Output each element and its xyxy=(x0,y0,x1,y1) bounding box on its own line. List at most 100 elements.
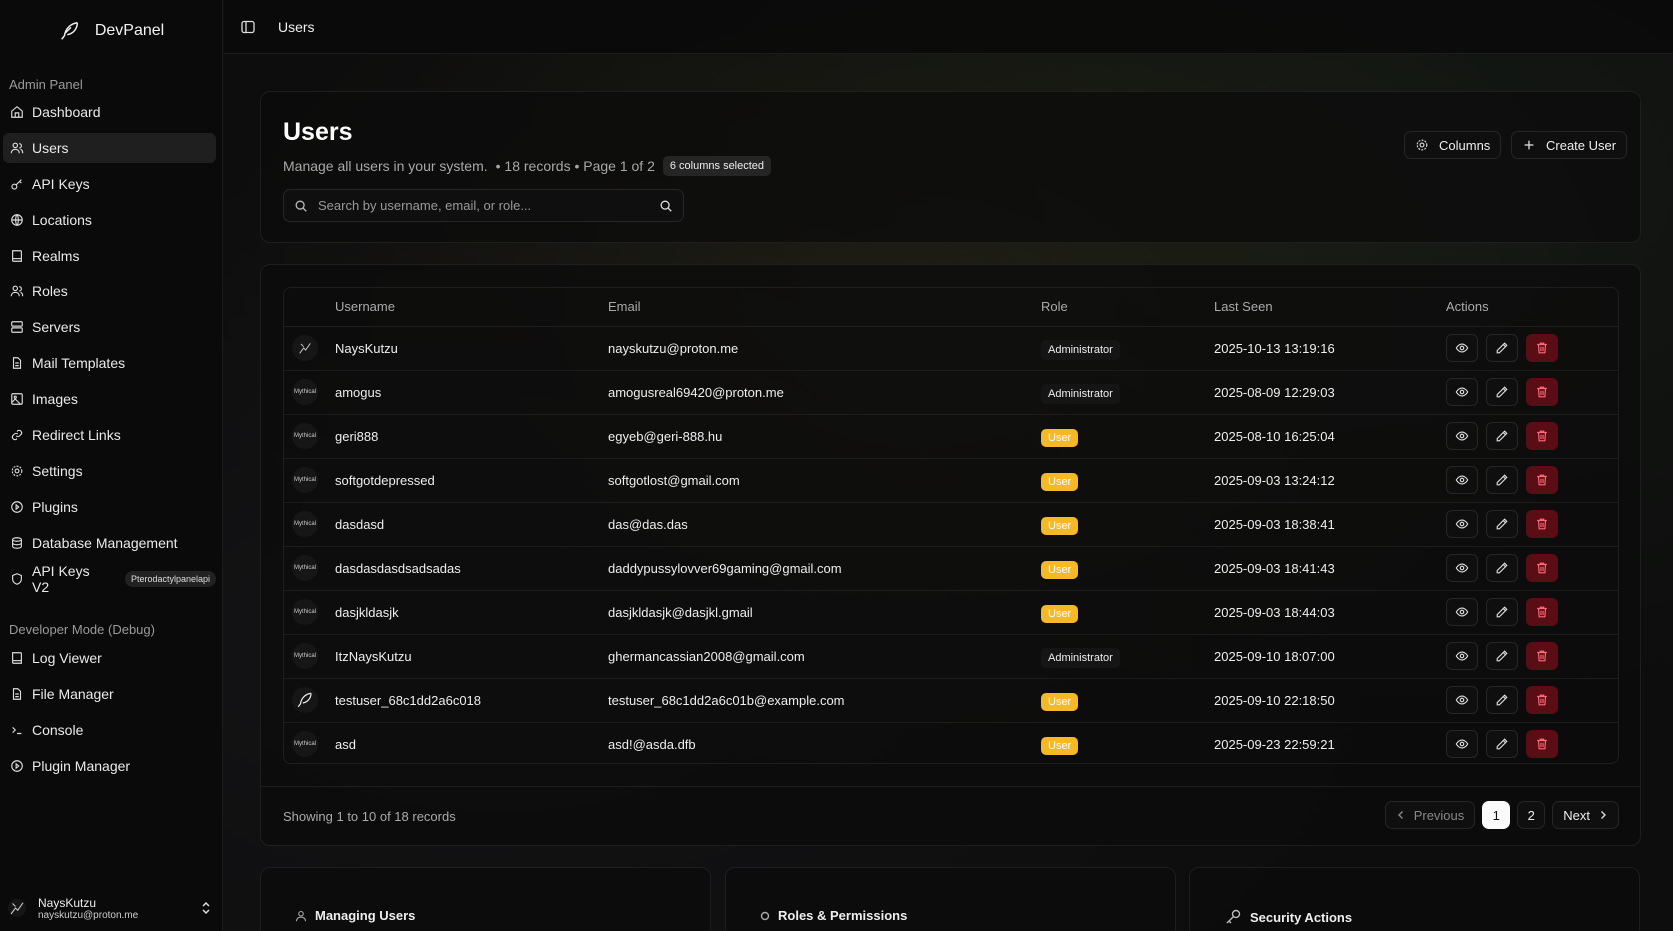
column-header-username[interactable]: Username xyxy=(335,288,608,327)
table-row[interactable]: Mythical dasjkldasjk dasjkldasjk@dasjkl.gm… xyxy=(284,590,1618,635)
table-row[interactable]: Mythical asd asd!@asda.dfb User 2025-09-23 2… xyxy=(284,722,1618,763)
delete-button[interactable] xyxy=(1526,730,1558,759)
sidebar-item-users[interactable]: Users xyxy=(3,132,216,163)
sidebar-item-plugins[interactable]: Plugins xyxy=(3,492,216,522)
username-cell: asd xyxy=(335,736,356,752)
actions-cell xyxy=(1446,634,1618,679)
eye-icon xyxy=(1455,431,1469,441)
view-button[interactable] xyxy=(1446,378,1478,406)
sidebar-item-realms[interactable]: Realms xyxy=(3,241,216,271)
sidebar-item-api-keys[interactable]: API Keys xyxy=(3,169,216,199)
page-1-button[interactable]: 1 xyxy=(1482,801,1511,829)
column-header-email[interactable]: Email xyxy=(608,288,1041,327)
sidebar-item-console[interactable]: Console xyxy=(3,715,216,745)
sidebar-item-mail-templates[interactable]: Mail Templates xyxy=(3,348,216,378)
role-badge: User xyxy=(1041,604,1079,623)
sidebar-item-plugin-manager[interactable]: Plugin Manager xyxy=(3,751,216,781)
sidebar-toggle-icon[interactable] xyxy=(240,19,256,35)
view-button[interactable] xyxy=(1446,730,1478,759)
sidebar-item-roles[interactable]: Roles xyxy=(3,276,216,306)
view-button[interactable] xyxy=(1446,642,1478,670)
key-icon xyxy=(1226,909,1241,924)
view-button[interactable] xyxy=(1446,422,1478,450)
avatar xyxy=(292,335,318,361)
role-badge: Administrator xyxy=(1041,339,1120,360)
search-submit-icon[interactable] xyxy=(659,199,673,213)
edit-button[interactable] xyxy=(1486,510,1518,538)
email-cell: nayskutzu@proton.me xyxy=(608,326,1041,371)
sidebar-item-servers[interactable]: Servers xyxy=(3,312,216,342)
sidebar-item-label: Plugins xyxy=(32,498,78,515)
columns-button[interactable]: Columns xyxy=(1404,131,1502,159)
edit-button[interactable] xyxy=(1486,466,1518,494)
table-row[interactable]: Mythical amogus amogusreal69420@proton.me A… xyxy=(284,370,1618,415)
delete-button[interactable] xyxy=(1526,598,1558,626)
chevron-right-icon xyxy=(1601,811,1606,819)
edit-button[interactable] xyxy=(1486,686,1518,714)
delete-button[interactable] xyxy=(1526,554,1558,582)
view-button[interactable] xyxy=(1446,686,1478,714)
shield-icon xyxy=(12,572,22,585)
delete-button[interactable] xyxy=(1526,510,1558,538)
create-user-button-label: Create User xyxy=(1546,137,1617,153)
view-button[interactable] xyxy=(1446,510,1478,538)
delete-button[interactable] xyxy=(1526,642,1558,670)
sidebar-item-file-manager[interactable]: File Manager xyxy=(3,679,216,709)
table-row[interactable]: Mythical softgotdepressed softgotlost@gmai… xyxy=(284,458,1618,503)
page-2-button[interactable]: 2 xyxy=(1517,801,1546,829)
edit-button[interactable] xyxy=(1486,378,1518,406)
create-user-button[interactable]: Create User xyxy=(1511,131,1628,159)
avatar-text: Mythical xyxy=(293,389,316,395)
delete-button[interactable] xyxy=(1526,422,1558,450)
table-row[interactable]: Mythical ItzNaysKutzu ghermancassian2008@g… xyxy=(284,634,1618,679)
email-cell: asd!@asda.dfb xyxy=(608,736,696,752)
breadcrumb[interactable]: Users xyxy=(278,19,315,35)
avatar-cell xyxy=(284,326,335,371)
eye-icon xyxy=(1455,695,1469,705)
edit-button[interactable] xyxy=(1486,730,1518,759)
trash-icon xyxy=(1537,650,1547,662)
view-button[interactable] xyxy=(1446,598,1478,626)
delete-button[interactable] xyxy=(1526,334,1558,362)
edit-button[interactable] xyxy=(1486,554,1518,582)
table-row[interactable]: Mythical dasdasd das@das.das User 2025-09-03… xyxy=(284,502,1618,547)
view-button[interactable] xyxy=(1446,334,1478,362)
table-row[interactable]: Mythical dasdasdasdsadsadas daddypussylovv… xyxy=(284,546,1618,591)
user-menu[interactable]: NaysKutzu nayskutzu@proton.me xyxy=(8,893,218,923)
view-button[interactable] xyxy=(1446,554,1478,582)
edit-button[interactable] xyxy=(1486,422,1518,450)
actions-cell xyxy=(1446,458,1618,503)
edit-button[interactable] xyxy=(1486,642,1518,670)
view-button[interactable] xyxy=(1446,466,1478,494)
sidebar-item-settings[interactable]: Settings xyxy=(3,456,216,486)
row-actions xyxy=(1446,466,1618,494)
sidebar-item-database-management[interactable]: Database Management xyxy=(3,528,216,558)
sidebar-item-images[interactable]: Images xyxy=(3,384,216,414)
sidebar-item-dashboard[interactable]: Dashboard xyxy=(3,97,216,127)
circle-icon xyxy=(760,911,770,920)
column-header-last-seen[interactable]: Last Seen xyxy=(1214,288,1446,327)
role-badge: User xyxy=(1041,428,1079,447)
sidebar-item-redirect-links[interactable]: Redirect Links xyxy=(3,420,216,450)
table-row[interactable]: testuser_68c1dd2a6c018 testuser_68c1dd2a6… xyxy=(284,678,1618,723)
sidebar-item-log-viewer[interactable]: Log Viewer xyxy=(3,643,216,673)
delete-button[interactable] xyxy=(1526,686,1558,714)
table-row[interactable]: Mythical geri888 egyeb@geri-888.hu User 2025… xyxy=(284,414,1618,459)
delete-button[interactable] xyxy=(1526,466,1558,494)
sidebar-item-locations[interactable]: Locations xyxy=(3,205,216,235)
delete-button[interactable] xyxy=(1526,378,1558,406)
info-card-title: Roles & Permissions xyxy=(778,908,908,923)
next-page-button[interactable]: Next xyxy=(1552,801,1619,829)
info-card-managing-users: Managing Users xyxy=(260,867,711,931)
edit-button[interactable] xyxy=(1486,598,1518,626)
sidebar-item-api-keys-v2[interactable]: API Keys V2 Pterodactylpanelapi xyxy=(3,563,216,595)
previous-page-button[interactable]: Previous xyxy=(1384,801,1476,829)
trash-icon xyxy=(1537,474,1547,486)
table-row[interactable]: NaysKutzu nayskutzu@proton.me Administrato… xyxy=(284,326,1618,371)
column-header-role[interactable]: Role xyxy=(1041,288,1214,327)
avatar-text: Mythical xyxy=(293,653,316,659)
actions-cell xyxy=(1446,546,1618,591)
edit-button[interactable] xyxy=(1486,334,1518,362)
brand[interactable]: DevPanel xyxy=(0,14,223,48)
search-input[interactable] xyxy=(318,198,659,213)
